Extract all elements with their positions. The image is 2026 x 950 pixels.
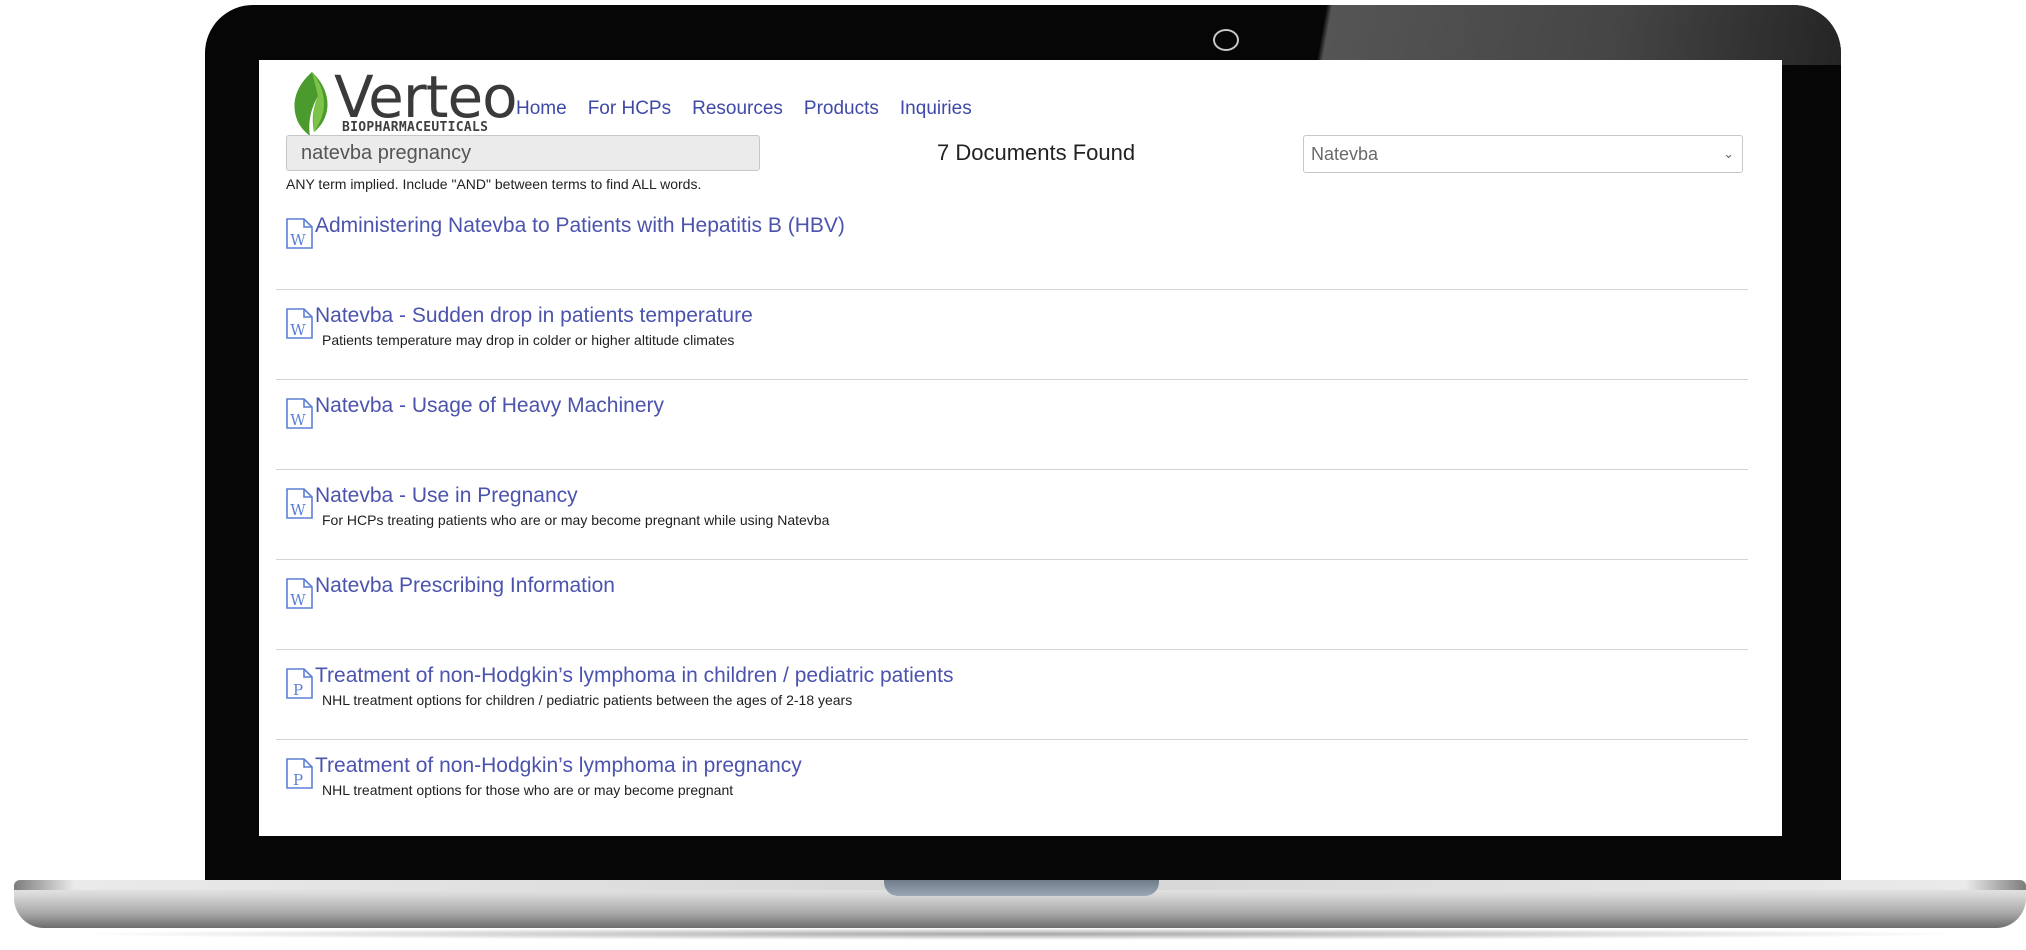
result-title[interactable]: Administering Natevba to Patients with H…: [315, 214, 845, 238]
result-item: P Treatment of non-Hodgkin’s lymphoma in…: [276, 650, 1748, 740]
svg-text:P: P: [293, 681, 303, 699]
results-count: 7 Documents Found: [937, 140, 1136, 165]
product-filter-select[interactable]: Natevba ⌄: [1303, 135, 1743, 173]
word-doc-icon[interactable]: W: [286, 578, 313, 609]
svg-text:W: W: [290, 231, 306, 249]
leaf-icon: [294, 72, 328, 136]
brand-logo[interactable]: Verteo BIOPHARMACEUTICALS: [290, 63, 518, 140]
pdf-doc-icon[interactable]: P: [286, 758, 313, 789]
result-item: W Natevba - Usage of Heavy Machinery: [276, 380, 1748, 470]
result-item: W Natevba - Use in Pregnancy For HCPs tr…: [276, 470, 1748, 560]
browser-viewport: Verteo BIOPHARMACEUTICALS Home For HCPs …: [259, 60, 1782, 836]
word-doc-icon[interactable]: W: [286, 398, 313, 429]
result-title[interactable]: Natevba Prescribing Information: [315, 574, 615, 598]
nav-for-hcps[interactable]: For HCPs: [588, 98, 671, 120]
nav-inquiries[interactable]: Inquiries: [900, 98, 972, 120]
main-nav: Home For HCPs Resources Products Inquiri…: [516, 98, 972, 120]
result-description: Patients temperature may drop in colder …: [322, 332, 735, 348]
word-doc-icon[interactable]: W: [286, 308, 313, 339]
result-title[interactable]: Natevba - Usage of Heavy Machinery: [315, 394, 664, 418]
result-item: W Natevba - Sudden drop in patients temp…: [276, 290, 1748, 380]
pdf-doc-icon[interactable]: P: [286, 668, 313, 699]
result-description: NHL treatment options for those who are …: [322, 782, 734, 798]
site-header: Verteo BIOPHARMACEUTICALS Home For HCPs …: [290, 63, 1740, 140]
result-title[interactable]: Natevba - Sudden drop in patients temper…: [315, 304, 753, 328]
svg-text:W: W: [290, 321, 306, 339]
search-hint: ANY term implied. Include "AND" between …: [286, 176, 702, 192]
svg-text:W: W: [290, 501, 306, 519]
svg-text:W: W: [290, 591, 306, 609]
search-input[interactable]: natevba pregnancy: [286, 135, 760, 171]
result-description: NHL treatment options for children / ped…: [322, 692, 853, 708]
result-description: For HCPs treating patients who are or ma…: [322, 512, 830, 528]
camera-icon: [1213, 29, 1239, 51]
word-doc-icon[interactable]: W: [286, 488, 313, 519]
nav-resources[interactable]: Resources: [692, 98, 783, 120]
result-title[interactable]: Treatment of non-Hodgkin’s lymphoma in p…: [315, 754, 802, 778]
results-list: W Administering Natevba to Patients with…: [276, 200, 1748, 829]
word-doc-icon[interactable]: W: [286, 218, 313, 249]
result-item: P Treatment of non-Hodgkin’s lymphoma in…: [276, 740, 1748, 829]
result-item: W Natevba Prescribing Information: [276, 560, 1748, 650]
laptop-notch: [884, 880, 1159, 896]
laptop-shadow: [60, 928, 1980, 940]
nav-home[interactable]: Home: [516, 98, 567, 120]
chevron-down-icon: ⌄: [1723, 146, 1734, 161]
product-filter-value: Natevba: [1311, 144, 1379, 164]
nav-products[interactable]: Products: [804, 98, 879, 120]
result-title[interactable]: Treatment of non-Hodgkin’s lymphoma in c…: [315, 664, 954, 688]
result-title[interactable]: Natevba - Use in Pregnancy: [315, 484, 578, 508]
result-item: W Administering Natevba to Patients with…: [276, 200, 1748, 290]
svg-text:P: P: [293, 771, 303, 789]
brand-subtitle: BIOPHARMACEUTICALS: [342, 120, 489, 135]
svg-text:W: W: [290, 411, 306, 429]
